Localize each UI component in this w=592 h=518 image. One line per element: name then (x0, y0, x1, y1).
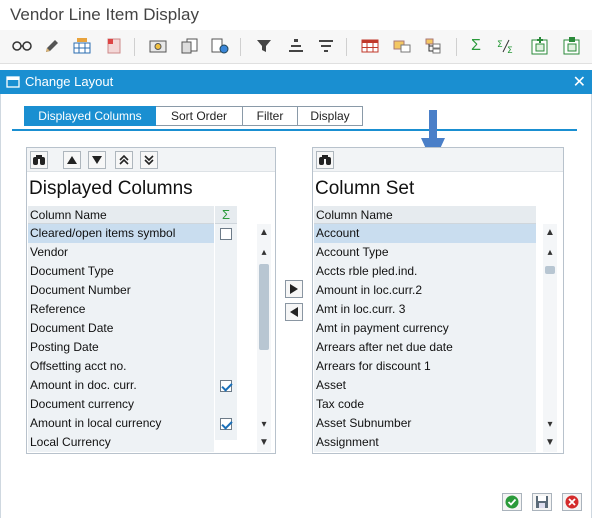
panel-toolbar (313, 148, 563, 172)
scrollbar[interactable]: ▲ ▴ ▾ ▼ (257, 224, 271, 452)
scroll-up-icon[interactable]: ▲ (257, 226, 271, 240)
cancel-button[interactable] (562, 493, 582, 511)
tab-displayed-columns[interactable]: Displayed Columns (24, 106, 156, 126)
sum-column-header: Σ (215, 206, 237, 224)
scrollbar[interactable]: ▲ ▴ ▾ ▼ (543, 224, 557, 452)
column-set-list: Account Account Type Accts rble pled.ind… (314, 224, 536, 452)
list-item[interactable]: Amount in loc.curr.2 (314, 281, 536, 300)
scroll-thumb[interactable] (259, 264, 269, 350)
sort-icon[interactable] (316, 36, 336, 56)
list-item[interactable]: Tax code (314, 395, 536, 414)
list-item[interactable]: Reference (28, 300, 214, 319)
window-titlebar: Vendor Line Item Display (0, 0, 592, 30)
filter-icon[interactable] (254, 36, 274, 56)
copy-document-icon[interactable] (180, 36, 200, 56)
pencil-icon[interactable] (42, 36, 62, 56)
subtotal-icon[interactable]: ΣΣ (496, 36, 516, 56)
scroll-down-step-icon[interactable]: ▾ (543, 418, 557, 432)
sum-checkbox-checked[interactable] (220, 417, 232, 430)
list-item[interactable]: Asset Subnumber (314, 414, 536, 433)
list-item[interactable]: Amt in payment currency (314, 319, 536, 338)
move-bottom-icon[interactable] (140, 151, 158, 169)
window-title: Vendor Line Item Display (10, 5, 199, 24)
scroll-down-icon[interactable]: ▼ (257, 436, 271, 450)
tab-sort-order[interactable]: Sort Order (156, 106, 243, 126)
list-item[interactable]: Vendor (28, 243, 214, 262)
displayed-columns-heading: Displayed Columns (29, 178, 193, 199)
sum-icon[interactable]: Σ (466, 36, 486, 56)
column-set-panel: Column Set Column Name Account Account T… (312, 147, 564, 454)
list-item[interactable]: Amount in doc. curr. (28, 376, 214, 395)
list-item[interactable]: Amount in local currency (28, 414, 214, 433)
tab-strip: Displayed Columns Sort Order Filter Disp… (24, 106, 363, 126)
list-item[interactable]: Offsetting acct no. (28, 357, 214, 376)
displayed-columns-list: Cleared/open items symbol Vendor Documen… (28, 224, 214, 452)
window-icon (6, 75, 20, 89)
list-item[interactable]: Document currency (28, 395, 214, 414)
binoculars-icon[interactable] (316, 151, 334, 169)
list-item[interactable]: Document Number (28, 281, 214, 300)
dialog-title: Change Layout (25, 74, 114, 89)
list-item[interactable]: Arrears for discount 1 (314, 357, 536, 376)
list-item[interactable]: Asset (314, 376, 536, 395)
save-layout-icon[interactable] (562, 36, 582, 56)
grid-settings-icon[interactable] (72, 36, 92, 56)
column-set-heading: Column Set (315, 178, 415, 199)
list-item[interactable]: Account (314, 224, 536, 243)
add-column-icon[interactable] (530, 36, 550, 56)
layout-tree-icon[interactable] (424, 36, 444, 56)
displayed-columns-panel: Displayed Columns Column Name Cleared/op… (26, 147, 276, 454)
move-top-icon[interactable] (115, 151, 133, 169)
toolbar-separator (346, 38, 347, 56)
list-item[interactable]: Cleared/open items symbol (28, 224, 214, 243)
layout-select-icon[interactable] (392, 36, 412, 56)
list-item[interactable]: Accts rble pled.ind. (314, 262, 536, 281)
glasses-icon[interactable] (12, 36, 32, 56)
confirm-button[interactable] (502, 493, 522, 511)
binoculars-icon[interactable] (30, 151, 48, 169)
list-item[interactable]: Document Date (28, 319, 214, 338)
document-globe-icon[interactable] (210, 36, 230, 56)
column-name-header: Column Name (314, 206, 536, 224)
money-icon[interactable] (148, 36, 168, 56)
scroll-down-step-icon[interactable]: ▾ (257, 418, 271, 432)
scroll-up-step-icon[interactable]: ▴ (257, 246, 271, 260)
scroll-up-step-icon[interactable]: ▴ (543, 246, 557, 260)
scroll-down-icon[interactable]: ▼ (543, 436, 557, 450)
main-toolbar: Σ ΣΣ (0, 30, 592, 64)
column-name-header: Column Name (28, 206, 214, 224)
document-icon[interactable] (104, 36, 124, 56)
sum-checkbox[interactable] (220, 227, 232, 240)
table-icon[interactable] (360, 36, 380, 56)
move-up-icon[interactable] (63, 151, 81, 169)
sum-checkbox-checked[interactable] (220, 379, 232, 392)
list-item[interactable]: Posting Date (28, 338, 214, 357)
align-center-icon[interactable] (286, 36, 306, 56)
scroll-thumb[interactable] (545, 266, 555, 274)
list-item[interactable]: Account Type (314, 243, 536, 262)
panel-toolbar (27, 148, 275, 172)
move-down-icon[interactable] (88, 151, 106, 169)
dialog-titlebar: Change Layout ✕ (0, 70, 592, 94)
toolbar-separator (134, 38, 135, 56)
move-left-button[interactable] (285, 303, 303, 321)
toolbar-separator (240, 38, 241, 56)
scroll-up-icon[interactable]: ▲ (543, 226, 557, 240)
svg-text:Σ: Σ (507, 46, 513, 54)
list-item[interactable]: Amt in loc.curr. 3 (314, 300, 536, 319)
list-item[interactable]: Assignment (314, 433, 536, 452)
sum-column: Σ (215, 206, 237, 440)
save-button[interactable] (532, 493, 552, 511)
list-item[interactable]: Document Type (28, 262, 214, 281)
tab-display[interactable]: Display (298, 106, 363, 126)
tab-underline (12, 129, 577, 131)
tab-filter[interactable]: Filter (243, 106, 298, 126)
list-item[interactable]: Arrears after net due date (314, 338, 536, 357)
toolbar-separator (456, 38, 457, 56)
move-right-button[interactable] (285, 280, 303, 298)
svg-text:Σ: Σ (497, 40, 503, 50)
close-button[interactable]: ✕ (573, 72, 586, 92)
list-item[interactable]: Local Currency (28, 433, 214, 452)
